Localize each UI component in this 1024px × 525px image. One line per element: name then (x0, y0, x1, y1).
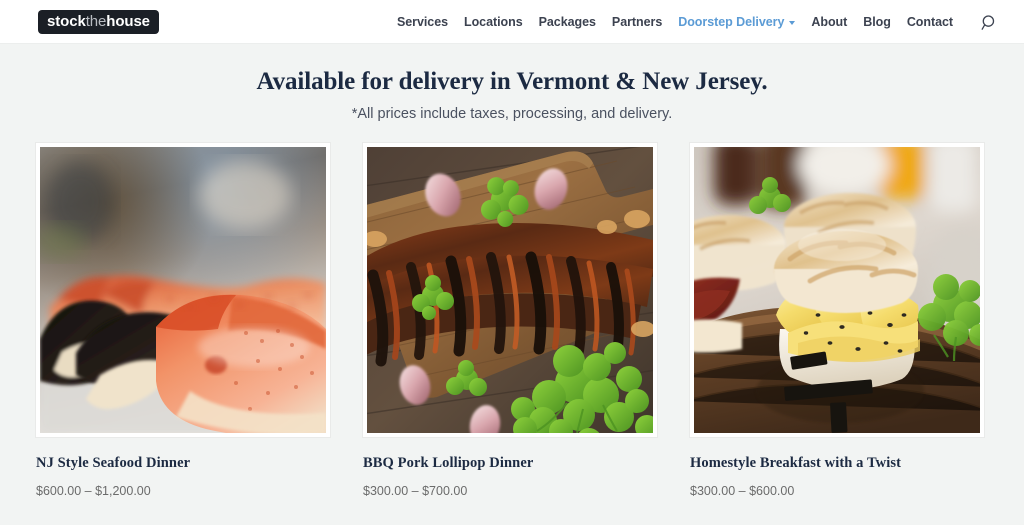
main-content: Available for delivery in Vermont & New … (0, 44, 1024, 498)
main-navigation: Services Locations Packages Partners Doo… (397, 14, 998, 31)
logo-text-stock: stock (47, 12, 86, 30)
product-image-bbq (367, 147, 653, 433)
product-title[interactable]: NJ Style Seafood Dinner (36, 455, 330, 472)
product-price: $600.00 – $1,200.00 (36, 484, 151, 498)
product-card[interactable]: Homestyle Breakfast with a Twist $300.00… (690, 143, 984, 498)
product-grid: NJ Style Seafood Dinner $600.00 – $1,200… (36, 143, 988, 498)
nav-item-contact[interactable]: Contact (907, 15, 953, 29)
product-card[interactable]: NJ Style Seafood Dinner $600.00 – $1,200… (36, 143, 330, 498)
product-image-frame[interactable] (363, 143, 657, 437)
product-image-frame[interactable] (36, 143, 330, 437)
product-title[interactable]: Homestyle Breakfast with a Twist (690, 455, 984, 472)
nav-item-partners[interactable]: Partners (612, 15, 662, 29)
chevron-down-icon (789, 21, 796, 25)
site-logo[interactable]: stock the house (38, 9, 159, 35)
product-card[interactable]: BBQ Pork Lollipop Dinner $300.00 – $700.… (363, 143, 657, 498)
nav-item-services[interactable]: Services (397, 15, 448, 29)
site-header: stock the house Services Locations Package… (0, 0, 1024, 44)
search-icon[interactable] (981, 14, 998, 31)
product-price: $300.00 – $700.00 (363, 484, 468, 498)
product-price: $300.00 – $600.00 (690, 484, 795, 498)
product-image-frame[interactable] (690, 143, 984, 437)
nav-item-packages[interactable]: Packages (539, 15, 596, 29)
nav-item-blog[interactable]: Blog (863, 15, 891, 29)
nav-item-locations[interactable]: Locations (464, 15, 523, 29)
nav-item-doorstep-delivery[interactable]: Doorstep Delivery (678, 15, 796, 29)
product-image-seafood (40, 147, 326, 433)
product-title[interactable]: BBQ Pork Lollipop Dinner (363, 455, 657, 472)
nav-item-about[interactable]: About (811, 15, 847, 29)
page-subtitle: *All prices include taxes, processing, a… (351, 106, 673, 122)
product-image-breakfast (694, 147, 980, 433)
logo-text-house: house (106, 12, 150, 30)
logo-text-the: the (85, 12, 107, 30)
page-title: Available for delivery in Vermont & New … (256, 68, 768, 95)
nav-item-doorstep-delivery-label: Doorstep Delivery (678, 15, 785, 29)
